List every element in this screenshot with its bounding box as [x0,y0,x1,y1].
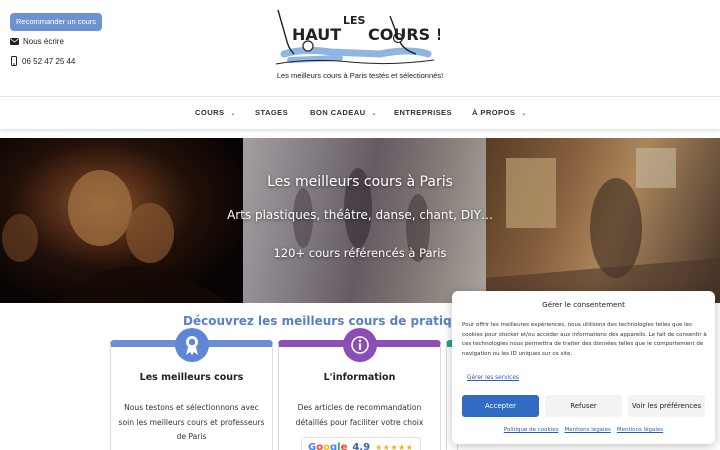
mobile-phone-icon [11,56,17,66]
chevron-down-icon: ⌄ [521,111,527,117]
legal-notice-link-2[interactable]: Mentions légales [617,427,663,433]
logo-illustration: HAUT LES COURS ! [275,9,443,65]
nav-label-bon-cadeau: BON CADEAU [310,108,366,117]
star-rating-icon: ★★★★★ [375,442,414,450]
hero-banner: Les meilleurs cours à Paris Arts plastiq… [0,138,720,303]
nav-label-stages: STAGES [255,108,289,117]
main-navigation: COURS ⌄ STAGES BON CADEAU ⌄ ENTREPRISES À … [0,96,720,129]
google-logo: Google [308,441,348,450]
google-rating-value: 4,9 [352,441,371,450]
chevron-down-icon: ⌄ [371,111,377,117]
phone-contact-link[interactable]: 06 52 47 25 44 [10,56,75,66]
nav-item-cours[interactable]: COURS ⌄ [195,97,236,129]
award-ribbon-icon [175,328,209,362]
cookie-consent-dialog: Gérer le consentement Pour offrir les me… [452,291,715,444]
nav-item-bon-cadeau[interactable]: BON CADEAU ⌄ [310,97,377,129]
card-text: Nous testons et sélectionnons avec soin … [118,403,265,441]
nav-label-entreprises: ENTREPRISES [394,108,452,117]
site-logo[interactable]: HAUT LES COURS ! [270,8,443,68]
manage-services-link[interactable]: Gérer les services [467,375,519,381]
cookie-policy-link[interactable]: Politique de cookies [504,427,559,433]
nav-item-stages[interactable]: STAGES [255,97,288,129]
info-icon [343,328,377,362]
view-preferences-button[interactable]: Voir les préférences [628,395,705,417]
card-title: Les meilleurs cours [139,372,244,383]
card-text: Des articles de recommandation détaillés… [295,403,424,427]
cookie-dialog-text: Pour offrir les meilleures expériences, … [462,322,707,357]
nav-item-entreprises[interactable]: ENTREPRISES [394,97,452,129]
nav-label-a-propos: À PROPOS [472,108,516,117]
email-contact-link[interactable]: Nous écrire [10,37,64,46]
legal-notice-link[interactable]: Mentions légales [565,427,611,433]
logo-word-cours: COURS ! [368,25,440,44]
accept-cookies-button[interactable]: Accepter [462,395,539,417]
nav-label-cours: COURS [195,108,225,117]
hero-subtitle: Arts plastiques, théâtre, danse, chant, … [227,208,493,222]
logo-word-les: LES [343,14,366,27]
refuse-cookies-button[interactable]: Refuser [545,395,622,417]
logo-word-haut: HAUT [292,25,341,44]
nav-item-a-propos[interactable]: À PROPOS ⌄ [472,97,527,129]
site-header: Recommander un cours Nous écrire 06 52 4… [0,0,720,96]
email-label: Nous écrire [23,37,64,46]
recommend-course-button[interactable]: Recommander un cours [10,13,103,31]
envelope-icon [10,38,19,45]
phone-number: 06 52 47 25 44 [22,56,76,66]
card-title: L'information [323,372,396,383]
chevron-down-icon: ⌄ [230,111,236,117]
google-rating-badge[interactable]: Google 4,9 ★★★★★ [301,437,421,450]
cookie-footer-links: Politique de cookies Mentions légales Me… [452,427,715,433]
hero-course-count: 120+ cours référencés à Paris [273,246,447,260]
hero-title: Les meilleurs cours à Paris [267,174,453,190]
cookie-dialog-title: Gérer le consentement [542,300,625,309]
site-tagline: Les meilleurs cours à Paris testés et sé… [276,71,444,80]
